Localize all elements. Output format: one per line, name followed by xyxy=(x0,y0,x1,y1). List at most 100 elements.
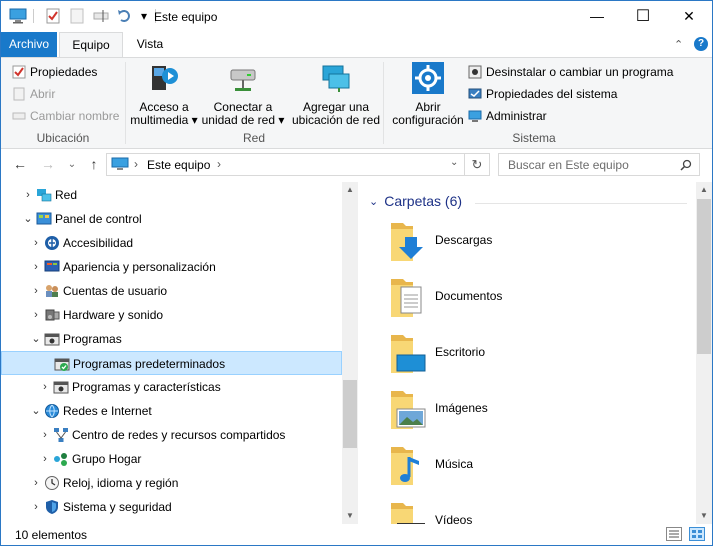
nav-tree-label: Centro de redes y recursos compartidos xyxy=(72,428,286,442)
nav-tree-item[interactable]: Programas predeterminados xyxy=(1,351,342,375)
network-location-icon xyxy=(322,65,350,92)
settings-gear-icon xyxy=(412,62,444,94)
desinstalar-programa-button[interactable]: Desinstalar o cambiar un programa xyxy=(468,62,673,82)
breadcrumb-este-equipo[interactable]: Este equipo xyxy=(147,158,210,172)
nav-tree-item[interactable]: › Grupo Hogar xyxy=(1,447,342,471)
folders-group-header[interactable]: ⌄ Carpetas (6) xyxy=(369,193,462,209)
search-icon[interactable] xyxy=(680,159,692,171)
folder-item[interactable]: Documentos xyxy=(387,273,677,321)
search-box xyxy=(498,153,700,176)
propiedades-sistema-button[interactable]: Propiedades del sistema xyxy=(468,84,617,104)
search-input[interactable] xyxy=(508,154,678,175)
maximize-button[interactable]: ☐ xyxy=(620,1,666,31)
qat-dropdown-icon[interactable]: ▾ xyxy=(141,9,147,23)
address-bar[interactable]: › Este equipo › ⌄ xyxy=(106,153,465,176)
scroll-up-icon[interactable]: ▲ xyxy=(342,182,358,198)
chevron-right-icon[interactable]: › xyxy=(31,231,41,255)
chevron-down-icon[interactable]: ⌄ xyxy=(31,399,41,423)
computer-icon[interactable] xyxy=(9,8,27,24)
tab-vista[interactable]: Vista xyxy=(125,32,175,57)
folder-item[interactable]: Imágenes xyxy=(387,385,677,433)
details-view-icon[interactable] xyxy=(666,527,682,541)
conectar-unidad-red-button[interactable]: Conectar a unidad de red ▾ xyxy=(200,62,286,127)
tab-archivo[interactable]: Archivo xyxy=(1,32,57,57)
nav-tree-label: Programas xyxy=(63,332,122,346)
chevron-right-icon[interactable]: › xyxy=(40,423,50,447)
scrollbar-thumb[interactable] xyxy=(697,199,711,354)
nav-tree-item[interactable]: ⌄ Programas xyxy=(1,327,342,351)
back-arrow-icon[interactable]: ← xyxy=(11,155,29,173)
nav-tree-item[interactable]: › Centro de redes y recursos compartidos xyxy=(1,423,342,447)
agregar-ubicacion-red-button[interactable]: Agregar una ubicación de red xyxy=(290,62,382,127)
nav-scrollbar[interactable]: ▲ ▼ xyxy=(342,182,358,524)
scrollbar-thumb[interactable] xyxy=(343,380,357,448)
nav-tree-item[interactable]: › Cuentas de usuario xyxy=(1,279,342,303)
rename-icon[interactable] xyxy=(93,8,109,24)
network-center-icon xyxy=(54,428,68,442)
open-icon xyxy=(13,87,25,101)
up-arrow-icon[interactable]: ↑ xyxy=(85,155,103,173)
nav-tree-item[interactable]: ⌄ Panel de control xyxy=(1,207,342,231)
forward-arrow-icon[interactable]: → xyxy=(39,155,57,173)
cambiar-nombre-button[interactable]: Cambiar nombre xyxy=(12,106,119,126)
breadcrumb-separator[interactable]: › xyxy=(134,157,138,171)
large-icons-view-icon[interactable] xyxy=(689,527,705,541)
nav-tree-label: Cuentas de usuario xyxy=(63,284,168,298)
collapse-ribbon-icon[interactable]: ⌃ xyxy=(674,38,683,51)
scroll-down-icon[interactable]: ▼ xyxy=(696,508,712,524)
chevron-right-icon[interactable]: › xyxy=(23,183,33,207)
nav-tree-item[interactable]: › Reloj, idioma y región xyxy=(1,471,342,495)
content-scrollbar[interactable]: ▲ ▼ xyxy=(696,182,712,524)
programs-icon xyxy=(44,333,60,346)
nav-tree-item[interactable]: ⌄ Redes e Internet xyxy=(1,399,342,423)
pictures-folder-icon xyxy=(391,391,426,429)
chevron-right-icon[interactable]: › xyxy=(31,471,41,495)
nav-tree-item[interactable]: › Accesibilidad xyxy=(1,231,342,255)
chevron-right-icon[interactable]: › xyxy=(31,279,41,303)
minimize-button[interactable]: — xyxy=(574,1,620,31)
folder-item[interactable]: Escritorio xyxy=(387,329,677,377)
acceso-multimedia-button[interactable]: Acceso a multimedia ▾ xyxy=(130,62,198,127)
chevron-right-icon[interactable]: › xyxy=(40,447,50,471)
nav-tree-label: Programas y características xyxy=(72,380,221,394)
nav-tree-item[interactable]: › Red xyxy=(1,183,342,207)
recent-locations-icon[interactable]: ⌄ xyxy=(63,155,81,173)
nav-tree-item[interactable]: › Hardware y sonido xyxy=(1,303,342,327)
ribbon: Propiedades Abrir Cambiar nombre Ubicaci… xyxy=(1,57,712,149)
address-dropdown-icon[interactable]: ⌄ xyxy=(450,157,458,168)
abrir-button[interactable]: Abrir xyxy=(12,84,55,104)
folder-item[interactable]: Descargas xyxy=(387,217,677,265)
abrir-configuracion-button[interactable]: Abrir configuración xyxy=(388,62,468,127)
administrar-button[interactable]: Administrar xyxy=(468,106,547,126)
help-icon[interactable]: ? xyxy=(694,37,708,51)
chevron-right-icon[interactable]: › xyxy=(31,303,41,327)
chevron-down-icon[interactable]: ⌄ xyxy=(23,207,33,231)
media-access-icon xyxy=(152,66,178,90)
refresh-icon[interactable]: ↻ xyxy=(465,153,490,176)
scroll-down-icon[interactable]: ▼ xyxy=(342,508,358,524)
nav-tree-item[interactable]: › Sistema y seguridad xyxy=(1,495,342,519)
nav-tree-label: Sistema y seguridad xyxy=(63,500,172,514)
chevron-right-icon[interactable]: › xyxy=(40,375,50,399)
desinstalar-label: Desinstalar o cambiar un programa xyxy=(486,65,674,79)
folder-name: Imágenes xyxy=(435,401,488,415)
properties-check-icon[interactable] xyxy=(45,8,61,24)
folder-item[interactable]: Vídeos xyxy=(387,497,677,524)
new-folder-icon[interactable] xyxy=(69,8,85,24)
tab-equipo[interactable]: Equipo xyxy=(59,32,123,58)
nav-tree-item[interactable]: › Apariencia y personalización xyxy=(1,255,342,279)
chevron-right-icon[interactable]: › xyxy=(31,495,41,519)
chevron-down-icon[interactable]: ⌄ xyxy=(31,327,41,351)
rename-icon xyxy=(12,112,26,120)
homegroup-icon xyxy=(54,453,67,466)
group-label: Ubicación xyxy=(36,131,90,145)
undo-icon[interactable] xyxy=(117,8,133,24)
breadcrumb-separator[interactable]: › xyxy=(217,157,221,171)
folder-item[interactable]: Música xyxy=(387,441,677,489)
folder-name: Vídeos xyxy=(435,513,473,524)
close-button[interactable]: ✕ xyxy=(666,1,712,31)
propiedades-button[interactable]: Propiedades xyxy=(12,62,97,82)
chevron-right-icon[interactable]: › xyxy=(31,255,41,279)
scroll-up-icon[interactable]: ▲ xyxy=(696,182,712,198)
nav-tree-item[interactable]: › Programas y características xyxy=(1,375,342,399)
